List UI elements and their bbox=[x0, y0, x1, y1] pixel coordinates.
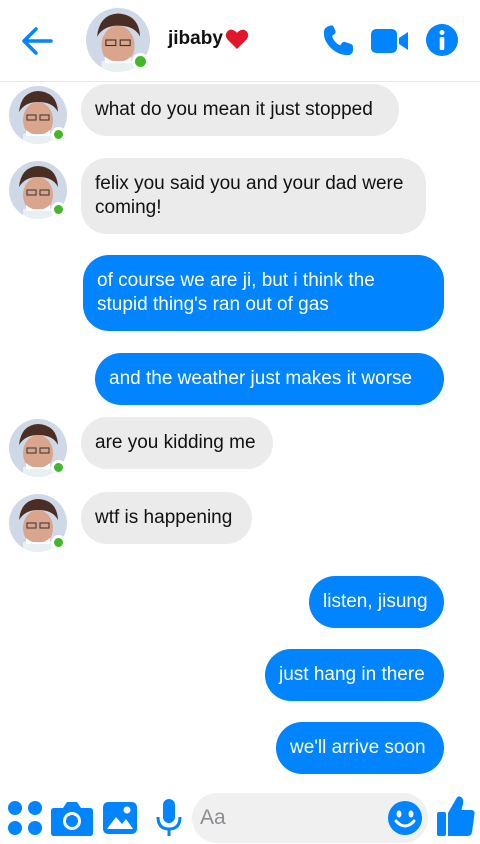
composer-bar bbox=[0, 790, 480, 844]
like-button[interactable] bbox=[436, 794, 476, 838]
back-arrow-icon bbox=[22, 27, 53, 55]
voice-call-button[interactable] bbox=[320, 23, 356, 59]
message-line: of course we are ji, but i think the bbox=[97, 270, 375, 291]
camera-icon bbox=[51, 802, 93, 836]
incoming-message[interactable]: wtf is happening bbox=[81, 492, 252, 544]
message-text: are you kidding me bbox=[95, 432, 256, 453]
gallery-button[interactable] bbox=[102, 799, 138, 837]
sender-avatar[interactable] bbox=[9, 419, 67, 477]
conversation-info-button[interactable] bbox=[424, 22, 460, 58]
message-composer[interactable] bbox=[192, 793, 428, 843]
phone-icon bbox=[323, 25, 353, 56]
message-text: and the weather just makes it worse bbox=[109, 368, 413, 389]
sender-avatar[interactable] bbox=[9, 494, 67, 552]
voice-message-button[interactable] bbox=[156, 798, 182, 838]
message-line: stupid thing's ran out of gas bbox=[97, 294, 329, 315]
message-text: we'll arrive soon bbox=[290, 737, 426, 758]
online-status-indicator bbox=[51, 535, 66, 550]
camera-button[interactable] bbox=[50, 799, 94, 837]
video-camera-icon bbox=[371, 29, 408, 53]
online-status-indicator bbox=[51, 202, 66, 217]
message-line: felix you said you and your dad were bbox=[95, 173, 404, 194]
microphone-icon bbox=[156, 799, 182, 836]
outgoing-message[interactable]: listen, jisung bbox=[309, 576, 444, 628]
video-call-button[interactable] bbox=[370, 26, 410, 56]
incoming-message[interactable]: what do you mean it just stopped bbox=[81, 84, 399, 136]
online-status-indicator bbox=[51, 127, 66, 142]
back-button[interactable] bbox=[18, 22, 56, 60]
contact-name-title[interactable]: jibaby bbox=[168, 28, 249, 50]
message-text: listen, jisung bbox=[323, 591, 428, 612]
online-status-indicator bbox=[132, 53, 149, 70]
outgoing-message[interactable]: and the weather just makes it worse bbox=[95, 353, 444, 405]
outgoing-message[interactable]: just hang in there bbox=[265, 649, 444, 701]
thumbs-up-icon bbox=[437, 796, 475, 836]
sender-avatar[interactable] bbox=[9, 161, 67, 219]
message-input[interactable] bbox=[200, 798, 380, 838]
outgoing-message[interactable]: we'll arrive soon bbox=[276, 722, 444, 774]
heart-icon bbox=[225, 29, 249, 49]
contact-avatar[interactable] bbox=[86, 8, 150, 72]
online-status-indicator bbox=[51, 460, 66, 475]
incoming-message[interactable]: felix you said you and your dad were com… bbox=[81, 158, 426, 234]
message-text: what do you mean it just stopped bbox=[95, 99, 373, 120]
contact-name: jibaby bbox=[168, 28, 223, 49]
sender-avatar[interactable] bbox=[9, 86, 67, 144]
message-line: coming! bbox=[95, 197, 162, 218]
message-text: just hang in there bbox=[279, 664, 425, 685]
info-icon bbox=[426, 24, 458, 56]
apps-grid-icon bbox=[8, 801, 42, 835]
incoming-message[interactable]: are you kidding me bbox=[81, 417, 273, 469]
photo-gallery-icon bbox=[103, 802, 137, 834]
outgoing-message[interactable]: of course we are ji, but i think the stu… bbox=[83, 255, 444, 331]
emoji-icon[interactable] bbox=[386, 799, 424, 837]
message-text: wtf is happening bbox=[95, 507, 233, 528]
conversation-header: jibaby bbox=[0, 0, 480, 82]
more-actions-button[interactable] bbox=[6, 799, 44, 837]
